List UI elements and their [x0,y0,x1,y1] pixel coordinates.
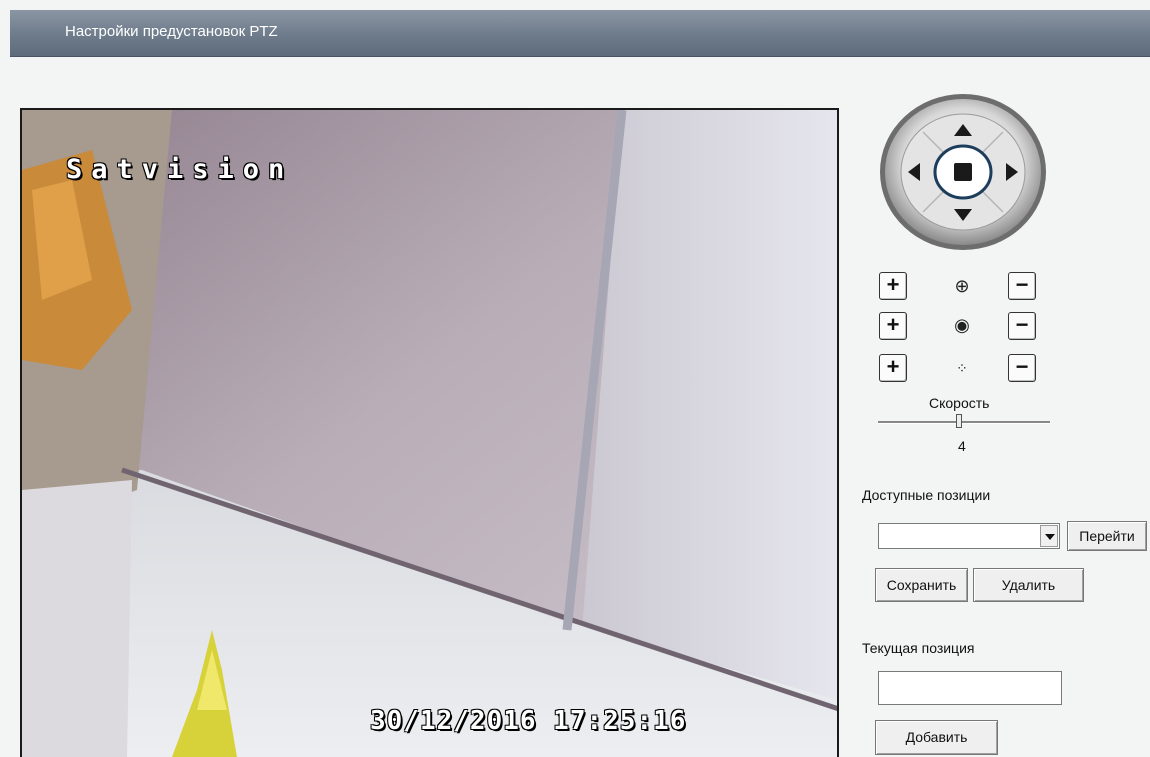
speed-slider-thumb[interactable] [956,414,962,428]
pan-right-button[interactable] [1004,162,1020,182]
tilt-down-button[interactable] [953,207,973,223]
arrow-left-icon [908,163,920,181]
video-frame-image [22,110,837,757]
focus-icon: ◉ [954,315,970,335]
title-bar: Настройки предустановок PTZ [10,10,1150,57]
speed-slider[interactable] [878,421,1050,424]
tilt-up-button[interactable] [953,122,973,138]
preset-select[interactable] [878,523,1060,549]
available-positions-label: Доступные позиции [862,487,991,503]
iris-close-button[interactable]: − [1008,354,1036,382]
speed-value: 4 [958,438,966,454]
stop-button[interactable] [952,162,974,182]
arrow-up-icon [954,124,972,136]
osd-datetime: 30/12/2016 17:25:16 [370,706,687,736]
save-button[interactable]: Сохранить [875,568,968,602]
add-button[interactable]: Добавить [875,720,998,755]
arrow-down-icon [954,209,972,221]
page-title: Настройки предустановок PTZ [65,23,278,40]
iris-open-button[interactable]: + [879,354,907,382]
zoom-in-button[interactable]: + [879,272,907,300]
current-position-input[interactable] [878,671,1062,705]
ptz-joystick [878,92,1048,252]
zoom-icon: ⊕ [954,276,970,296]
focus-out-button[interactable]: − [1008,312,1036,340]
zoom-out-button[interactable]: − [1008,272,1036,300]
osd-camera-name: Satvision [66,154,294,185]
camera-video-view[interactable]: Satvision 30/12/2016 17:25:16 [20,108,839,757]
focus-in-button[interactable]: + [879,312,907,340]
delete-button[interactable]: Удалить [973,568,1084,602]
arrow-right-icon [1006,163,1018,181]
speed-label: Скорость [929,395,990,411]
current-position-label: Текущая позиция [862,640,975,656]
chevron-down-icon[interactable] [1040,525,1058,547]
goto-button[interactable]: Перейти [1067,521,1147,551]
pan-left-button[interactable] [906,162,922,182]
iris-icon: ⁘ [956,360,968,376]
stop-icon [954,163,972,181]
